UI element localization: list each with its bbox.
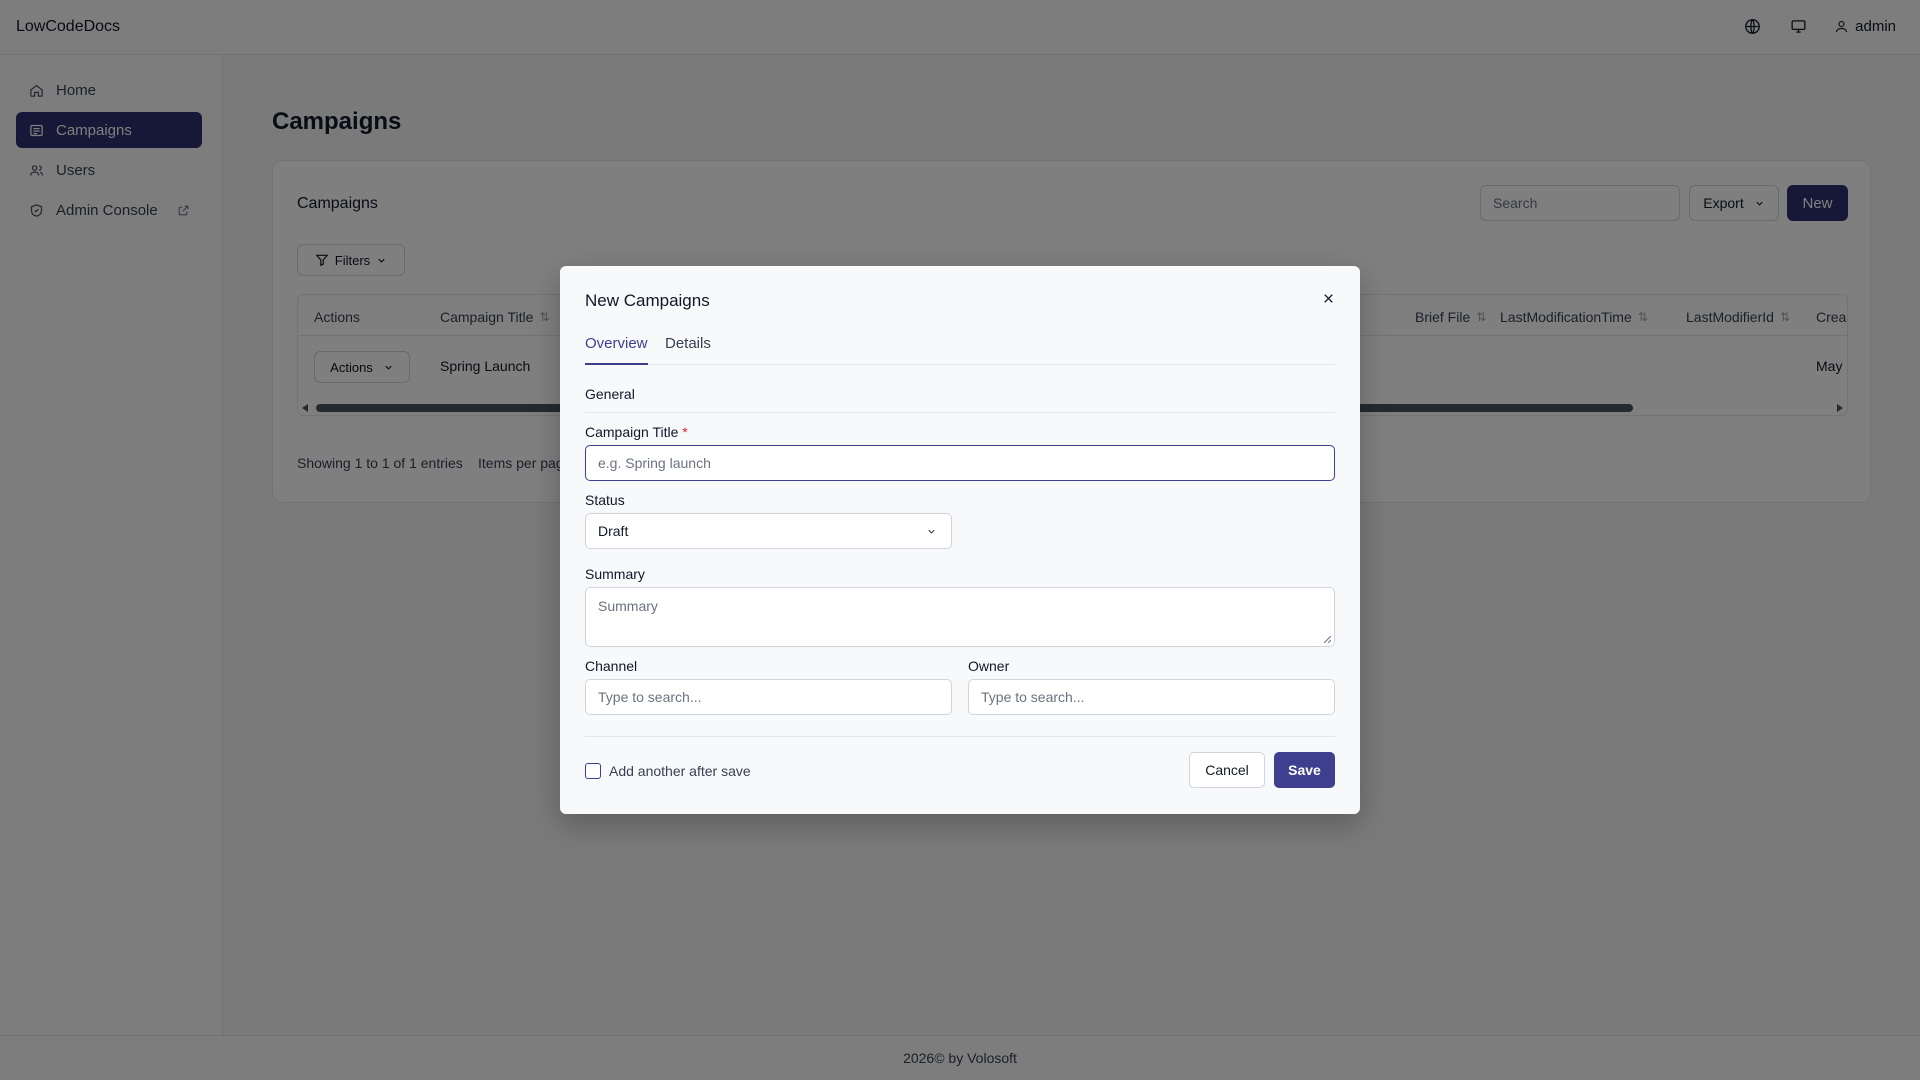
status-label: Status [585,492,625,508]
summary-textarea[interactable]: Summary [585,587,1335,647]
modal-title: New Campaigns [585,291,710,310]
status-select[interactable]: Draft [585,513,952,549]
save-button[interactable]: Save [1274,752,1335,788]
tab-overview[interactable]: Overview [585,335,648,365]
add-another-label[interactable]: Add another after save [609,763,751,779]
summary-label: Summary [585,566,645,582]
channel-input[interactable]: Type to search... [585,679,952,715]
tab-details[interactable]: Details [665,335,711,365]
owner-input[interactable]: Type to search... [968,679,1335,715]
resize-grip-icon[interactable] [1323,635,1331,643]
new-campaign-modal: New Campaigns Overview Details General C… [560,266,1360,814]
required-marker: * [682,424,688,440]
cancel-button[interactable]: Cancel [1189,752,1265,788]
campaign-title-input[interactable]: e.g. Spring launch [585,445,1335,481]
section-divider [585,412,1335,413]
close-icon[interactable] [1320,290,1336,306]
modal-footer-divider [585,736,1335,737]
modal-tabs: Overview Details [585,335,1335,365]
add-another-checkbox[interactable] [585,763,601,779]
chevron-down-icon [928,529,935,534]
campaign-title-label: Campaign Title * [585,424,688,440]
owner-label: Owner [968,658,1010,674]
channel-label: Channel [585,658,638,674]
section-general: General [585,386,635,402]
status-value: Draft [598,523,629,539]
